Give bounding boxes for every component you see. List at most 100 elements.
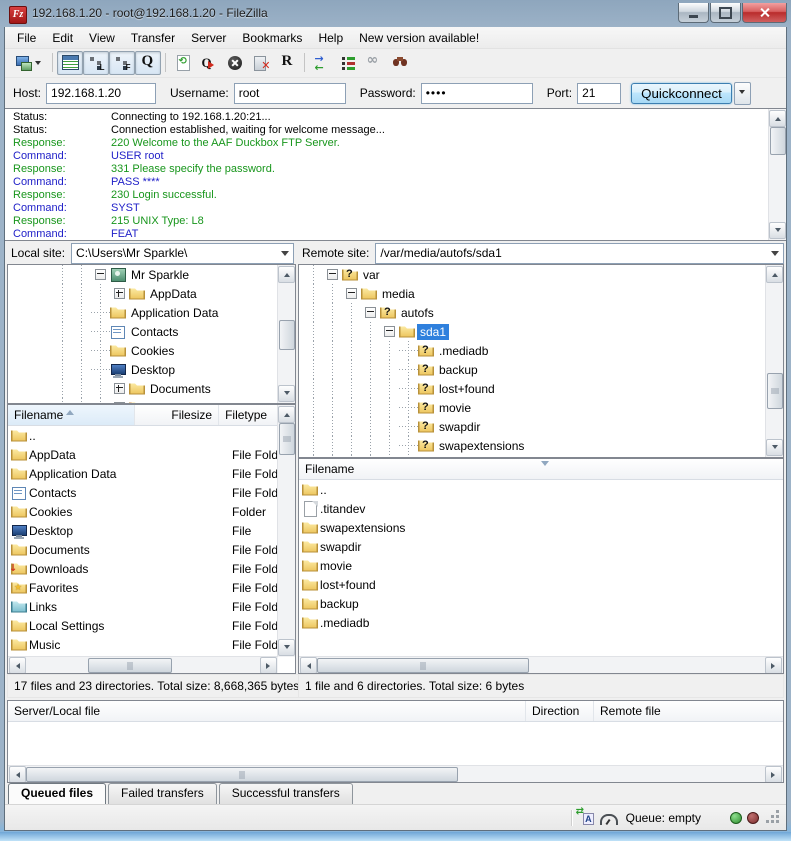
file-row[interactable]: lost+found xyxy=(299,575,782,594)
column-header-filesize[interactable]: Filesize xyxy=(135,405,219,425)
scroll-down-button[interactable] xyxy=(278,639,295,656)
sync-browsing-button[interactable] xyxy=(361,51,387,75)
file-row-updir[interactable]: .. xyxy=(8,426,278,445)
menu-transfer[interactable]: Transfer xyxy=(123,29,183,47)
collapse-expander[interactable] xyxy=(365,307,376,318)
local-path-combobox[interactable]: C:\Users\Mr Sparkle\ xyxy=(71,243,294,264)
file-row[interactable]: .mediadb xyxy=(299,613,782,632)
quickconnect-dropdown-button[interactable] xyxy=(734,82,751,105)
minimize-button[interactable] xyxy=(678,3,709,23)
expand-expander[interactable] xyxy=(114,383,125,394)
remote-tree[interactable]: var media autofs sda1 .mediadb backup lo… xyxy=(298,264,784,458)
search-button[interactable] xyxy=(387,51,413,75)
collapse-expander[interactable] xyxy=(346,288,357,299)
resize-grip[interactable] xyxy=(767,811,780,824)
file-row[interactable]: ContactsFile Folder xyxy=(8,483,278,502)
menu-view[interactable]: View xyxy=(81,29,123,47)
column-header-server-local-file[interactable]: Server/Local file xyxy=(8,701,526,721)
file-row[interactable]: FavoritesFile Folder xyxy=(8,578,278,597)
file-row[interactable]: CookiesFolder xyxy=(8,502,278,521)
file-row-updir[interactable]: .. xyxy=(299,480,782,499)
scroll-down-button[interactable] xyxy=(769,222,786,239)
file-row[interactable]: Local SettingsFile Folder xyxy=(8,616,278,635)
scroll-up-button[interactable] xyxy=(278,266,295,283)
scroll-left-button[interactable] xyxy=(9,657,26,674)
column-header-filename[interactable]: Filename xyxy=(299,459,783,479)
column-header-filename[interactable]: Filename xyxy=(8,405,135,425)
menu-help[interactable]: Help xyxy=(310,29,351,47)
transfer-queue-panel[interactable]: Server/Local file Direction Remote file xyxy=(7,700,784,783)
tree-item-var[interactable]: var xyxy=(299,265,783,284)
scroll-up-button[interactable] xyxy=(769,110,786,127)
tree-item-media[interactable]: media xyxy=(299,284,783,303)
close-button[interactable] xyxy=(742,3,787,23)
column-header-filetype[interactable]: Filetype xyxy=(219,405,283,425)
file-row[interactable]: movie xyxy=(299,556,782,575)
file-row[interactable]: .titandev xyxy=(299,499,782,518)
maximize-button[interactable] xyxy=(710,3,741,23)
remote-file-list[interactable]: Filename .. .titandev swapextensions swa… xyxy=(298,458,784,674)
tree-item-autofs[interactable]: autofs xyxy=(299,303,783,322)
file-row[interactable]: DesktopFile xyxy=(8,521,278,540)
menu-edit[interactable]: Edit xyxy=(44,29,81,47)
tree-item-cookies[interactable]: Cookies xyxy=(8,341,295,360)
message-log[interactable]: Status:Connecting to 192.168.1.20:21... … xyxy=(5,108,786,241)
tree-item-desktop[interactable]: Desktop xyxy=(8,360,295,379)
quickconnect-button[interactable]: Quickconnect xyxy=(631,83,732,104)
queue-hscrollbar[interactable] xyxy=(8,765,783,782)
process-queue-button[interactable] xyxy=(196,51,222,75)
scrollbar-thumb[interactable] xyxy=(317,658,529,673)
speed-limit-icon[interactable] xyxy=(600,814,618,825)
tree-item-mediadb[interactable]: .mediadb xyxy=(299,341,783,360)
selected-tree-item[interactable]: sda1 xyxy=(417,324,449,340)
remote-path-combobox[interactable]: /var/media/autofs/sda1 xyxy=(375,243,784,264)
compare-directories-button[interactable] xyxy=(309,51,335,75)
collapse-expander[interactable] xyxy=(384,326,395,337)
local-tree[interactable]: Mr Sparkle AppData Application Data Cont… xyxy=(7,264,296,404)
filter-button[interactable] xyxy=(335,51,361,75)
cancel-button[interactable] xyxy=(222,51,248,75)
toggle-remote-tree-button[interactable]: F xyxy=(109,51,135,75)
tree-item-swapextensions[interactable]: swapextensions xyxy=(299,436,783,455)
collapse-expander[interactable] xyxy=(327,269,338,280)
collapse-expander[interactable] xyxy=(95,269,106,280)
reconnect-button[interactable] xyxy=(274,51,300,75)
file-row[interactable]: backup xyxy=(299,594,782,613)
file-row[interactable]: swapextensions xyxy=(299,518,782,537)
menu-new-version[interactable]: New version available! xyxy=(351,29,487,47)
site-manager-button[interactable] xyxy=(10,51,48,75)
tree-item-mr-sparkle[interactable]: Mr Sparkle xyxy=(8,265,295,284)
local-tree-scrollbar[interactable] xyxy=(277,265,295,403)
scrollbar-thumb[interactable] xyxy=(279,423,295,455)
tree-item-swapdir[interactable]: swapdir xyxy=(299,417,783,436)
scroll-left-button[interactable] xyxy=(300,657,317,674)
scrollbar-thumb[interactable] xyxy=(279,320,295,350)
username-input[interactable] xyxy=(234,83,346,104)
scrollbar-thumb[interactable] xyxy=(767,373,783,409)
host-input[interactable] xyxy=(46,83,156,104)
tree-item-documents[interactable]: Documents xyxy=(8,379,295,398)
menu-file[interactable]: File xyxy=(9,29,44,47)
transfer-type-icon[interactable] xyxy=(578,810,594,825)
tree-item-contacts[interactable]: Contacts xyxy=(8,322,295,341)
local-list-hscrollbar[interactable] xyxy=(8,656,278,673)
expand-expander[interactable] xyxy=(114,288,125,299)
password-input[interactable] xyxy=(421,83,533,104)
toggle-message-log-button[interactable] xyxy=(57,51,83,75)
toggle-queue-button[interactable] xyxy=(135,51,161,75)
scroll-right-button[interactable] xyxy=(765,657,782,674)
tree-item-movie[interactable]: movie xyxy=(299,398,783,417)
scroll-up-button[interactable] xyxy=(766,266,783,283)
log-scrollbar[interactable] xyxy=(768,109,786,240)
file-row[interactable]: DocumentsFile Folder xyxy=(8,540,278,559)
refresh-button[interactable] xyxy=(170,51,196,75)
disconnect-button[interactable] xyxy=(248,51,274,75)
scrollbar-thumb[interactable] xyxy=(770,127,786,155)
column-header-remote-file[interactable]: Remote file xyxy=(594,701,783,721)
scroll-down-button[interactable] xyxy=(766,439,783,456)
file-row[interactable]: DownloadsFile Folder xyxy=(8,559,278,578)
file-row[interactable]: MusicFile Folder xyxy=(8,635,278,654)
remote-tree-scrollbar[interactable] xyxy=(765,265,783,457)
scroll-left-button[interactable] xyxy=(9,766,26,783)
title-bar[interactable]: Fz 192.168.1.20 - root@192.168.1.20 - Fi… xyxy=(0,0,791,27)
